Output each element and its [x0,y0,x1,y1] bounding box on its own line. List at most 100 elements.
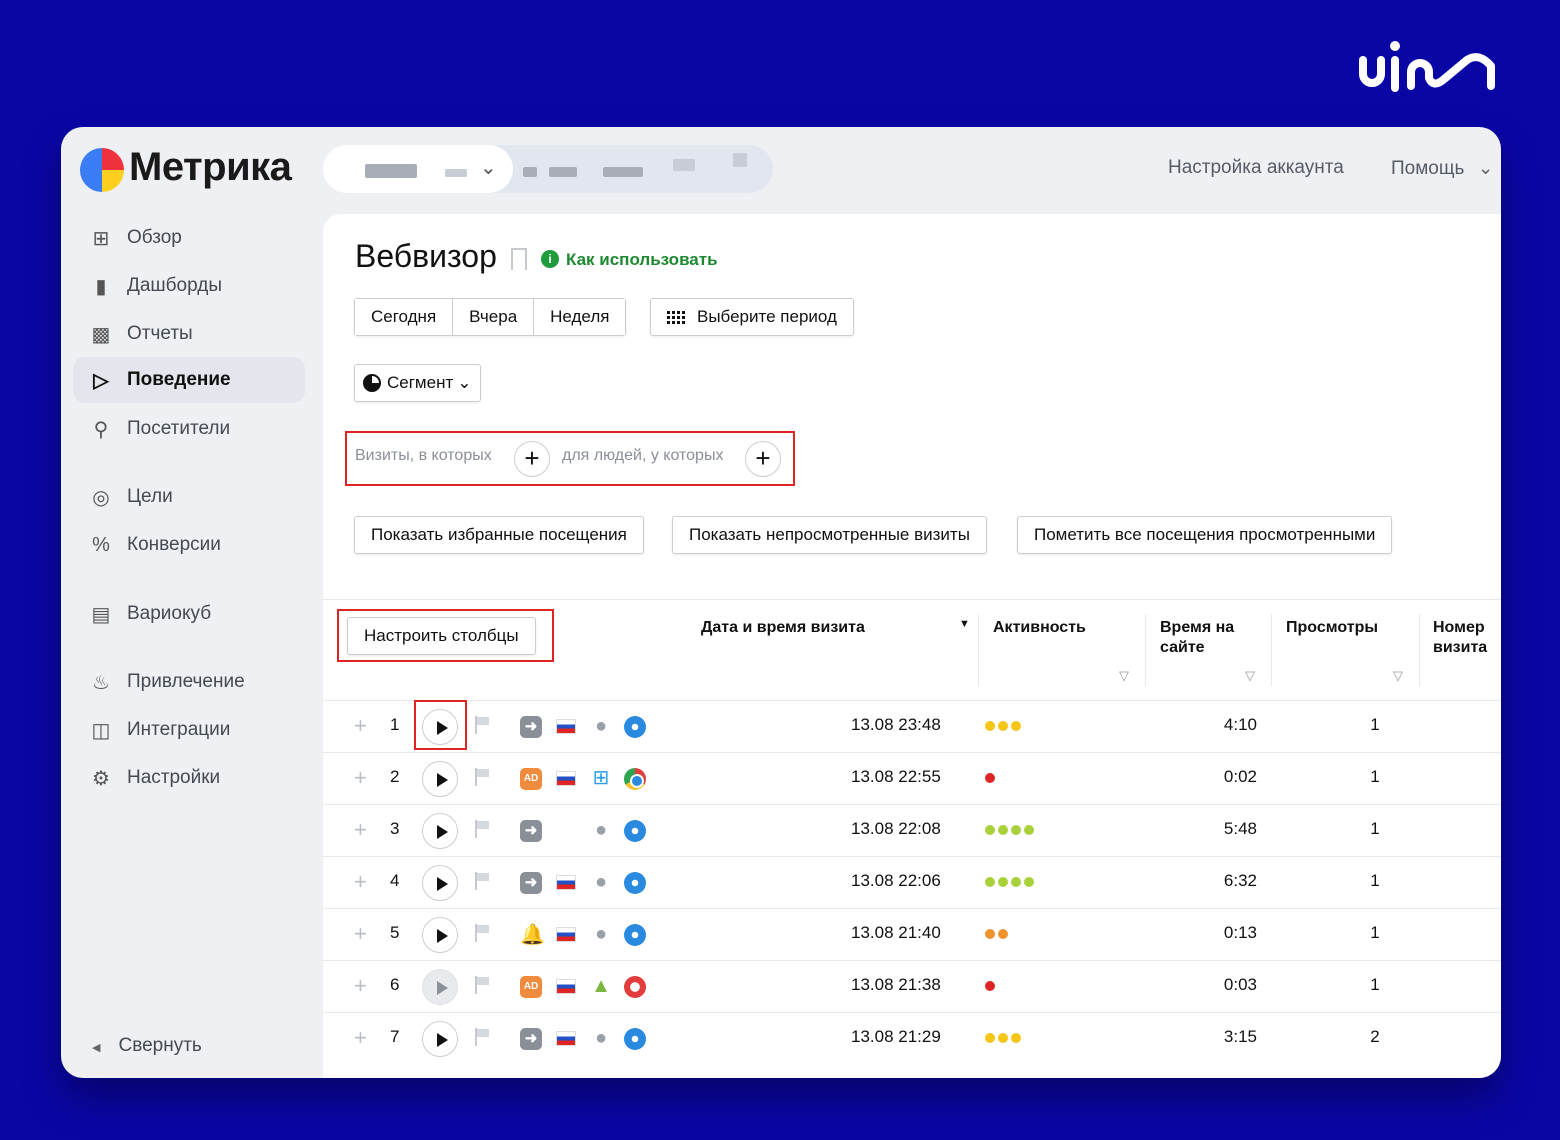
play-recording-button[interactable] [422,761,458,797]
safari-icon [624,1028,646,1050]
row-number: 5 [390,923,400,942]
flag-icon[interactable] [475,976,491,994]
time-on-site: 6:32 [1223,871,1257,890]
expand-row-icon[interactable]: + [354,973,367,999]
filter-icon[interactable]: ▽ [1119,668,1131,683]
play-recording-button[interactable] [422,917,458,953]
table-row[interactable]: +7 ➜ ● 13.08 21:29 3:15 2 [323,1012,1501,1064]
period-yesterday-button[interactable]: Вчера [453,299,535,335]
help-menu[interactable]: Помощь ⌄ [1391,157,1494,180]
russia-flag-icon [556,927,576,942]
period-today-button[interactable]: Сегодня [355,299,454,335]
activity-dot [1011,825,1021,835]
flag-icon[interactable] [475,924,491,942]
expand-row-icon[interactable]: + [354,713,367,739]
expand-row-icon[interactable]: + [354,1025,367,1051]
configure-columns-button[interactable]: Настроить столбцы [347,617,536,655]
column-header-datetime[interactable]: Дата и время визита [701,618,865,638]
flag-icon[interactable] [475,820,491,838]
column-separator [1145,614,1146,686]
sidebar-item-acquisition[interactable]: ♨ Привлечение [73,659,305,705]
visit-datetime: 13.08 21:38 [851,975,941,994]
table-row[interactable]: +3 ➜ ● 13.08 22:08 5:48 1 [323,804,1501,856]
apple-icon: ● [594,871,608,893]
sidebar-item-reports[interactable]: ▩ Отчеты [73,311,305,357]
counter-selector[interactable]: ⌄ [323,145,773,193]
table-row[interactable]: +5 🔔 ● 13.08 21:40 0:13 1 [323,908,1501,960]
table-row[interactable]: +4 ➜ ● 13.08 22:06 6:32 1 [323,856,1501,908]
sidebar-item-settings[interactable]: ⚙ Настройки [73,755,305,801]
choose-period-button[interactable]: Выберите период [650,298,854,336]
mark-all-viewed-button[interactable]: Пометить все посещения просмотренными [1017,516,1393,554]
table-row[interactable]: +1 ➜ ● 13.08 23:48 4:10 1 [323,700,1501,752]
play-recording-button[interactable] [422,1021,458,1057]
segment-button[interactable]: Сегмент ⌄ [354,364,481,402]
table-row[interactable]: +6 AD ▲ 13.08 21:38 0:03 1 [323,960,1501,1012]
column-header-activity[interactable]: Активность [993,618,1086,638]
sidebar-item-variocube[interactable]: ▤ Вариокуб [73,591,305,637]
filter-icon[interactable]: ▽ [1393,668,1405,683]
play-recording-button[interactable] [422,865,458,901]
activity-dot [985,721,995,731]
period-week-button[interactable]: Неделя [534,299,626,335]
how-to-use-link[interactable]: Как использовать [566,250,718,270]
sidebar-item-label: Отчеты [127,323,193,344]
expand-row-icon[interactable]: + [354,921,367,947]
column-header-views[interactable]: Просмотры [1286,618,1378,638]
grid-icon: ⊞ [92,227,110,250]
sidebar-item-integrations[interactable]: ◫ Интеграции [73,707,305,753]
blurred-text [523,167,537,177]
page-views: 2 [1370,1027,1380,1046]
activity-indicator [985,1033,1021,1043]
show-favorites-button[interactable]: Показать избранные посещения [354,516,644,554]
column-header-time-on-site[interactable]: Время на сайте [1160,618,1234,658]
collapse-sidebar-button[interactable]: ◀ Свернуть [92,1035,202,1057]
play-recording-button[interactable] [422,969,458,1005]
filter-icon[interactable]: ▽ [1245,668,1257,683]
account-settings-link[interactable]: Настройка аккаунта [1168,157,1344,179]
add-visit-condition-button[interactable]: + [514,441,550,477]
activity-dot [985,773,995,783]
time-on-site: 0:02 [1223,767,1257,786]
flag-icon[interactable] [475,872,491,890]
time-on-site: 3:15 [1223,1027,1257,1046]
expand-row-icon[interactable]: + [354,765,367,791]
flag-icon[interactable] [475,1028,491,1046]
flag-icon[interactable] [475,768,491,786]
bell-icon: 🔔 [520,924,545,946]
expand-row-icon[interactable]: + [354,817,367,843]
calendar-icon [667,310,685,324]
sidebar-item-label: Привлечение [127,671,245,692]
expand-row-icon[interactable]: + [354,869,367,895]
column-header-line: Время на [1160,619,1235,636]
safari-icon [624,872,646,894]
sidebar-item-goals[interactable]: ◎ Цели [73,474,305,520]
flag-icon[interactable] [475,716,491,734]
period-buttons: Сегодня Вчера Неделя [354,298,627,336]
reports-icon: ▩ [91,323,111,346]
ad-source-icon: AD [520,768,542,790]
sidebar-item-conversions[interactable]: % Конверсии [73,522,305,568]
activity-dot [985,1033,995,1043]
sidebar-item-label: Посетители [127,418,231,439]
table-row[interactable]: +2 AD ⊞ 13.08 22:55 0:02 1 [323,752,1501,804]
add-people-condition-button[interactable]: + [745,441,781,477]
bookmark-icon[interactable] [511,248,527,270]
sidebar-item-behavior[interactable]: ▷ Поведение [73,357,305,403]
apple-icon: ● [594,923,608,945]
row-number: 3 [390,819,400,838]
page-views: 1 [1370,871,1380,890]
counter-dropdown[interactable]: ⌄ [323,145,513,193]
sidebar-item-dashboards[interactable]: ▮ Дашборды [73,263,305,309]
sort-desc-icon[interactable]: ▼ [959,618,970,630]
play-recording-button[interactable] [422,813,458,849]
sidebar-item-overview[interactable]: ⊞ Обзор [73,215,305,261]
sidebar-item-label: Поведение [127,369,231,390]
opera-icon [624,976,646,998]
sidebar-item-visitors[interactable]: ⚲ Посетители [73,406,305,452]
show-unviewed-button[interactable]: Показать непросмотренные визиты [672,516,987,554]
gear-icon: ⚙ [92,767,110,790]
column-header-visit-number[interactable]: Номер визита [1433,618,1487,658]
row-number: 6 [390,975,400,994]
chevron-down-icon: ⌄ [457,373,472,392]
